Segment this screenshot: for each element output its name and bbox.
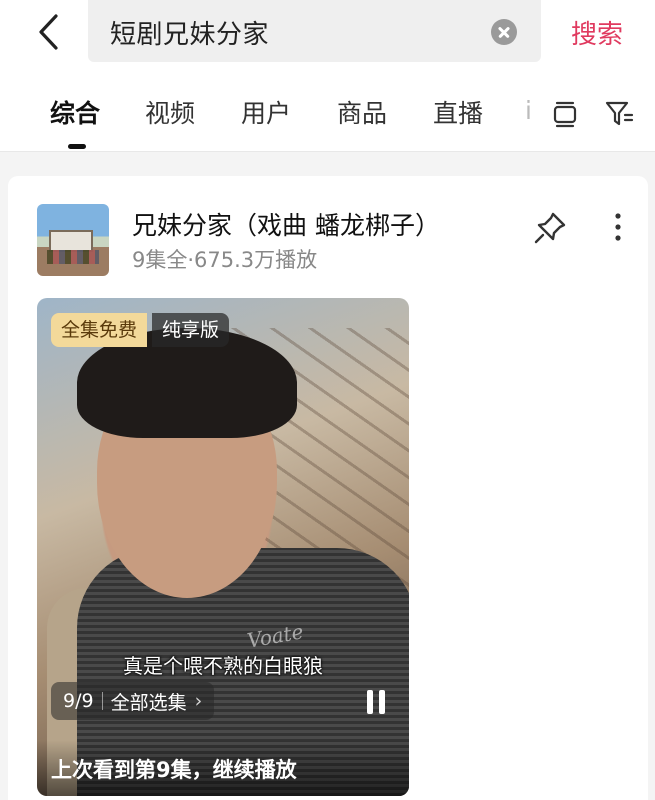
episode-progress: 9/9: [63, 690, 94, 712]
tab-products[interactable]: 商品: [337, 94, 387, 130]
resume-playback-text: 上次看到第9集，继续播放: [51, 758, 297, 782]
drama-title[interactable]: 兄妹分家（戏曲 蟠龙梆子）: [132, 206, 440, 242]
search-header: 短剧兄妹分家 搜索: [0, 0, 655, 76]
active-tab-indicator: [68, 144, 86, 149]
filter-icon[interactable]: [603, 98, 635, 130]
clear-icon[interactable]: [491, 19, 517, 45]
pure-edition-badge: 纯享版: [152, 313, 230, 347]
back-button[interactable]: [28, 10, 68, 54]
divider: [101, 692, 103, 710]
more-vertical-icon[interactable]: [614, 212, 622, 242]
video-subtitle: 真是个喂不熟的白眼狼: [123, 654, 323, 678]
tab-live[interactable]: 直播: [433, 94, 483, 130]
free-badge: 全集免费: [51, 313, 148, 347]
chevron-left-icon: [39, 14, 58, 50]
search-input[interactable]: 短剧兄妹分家: [88, 0, 541, 62]
episode-selector[interactable]: 9/9 全部选集 ›: [51, 682, 215, 720]
layout-toggle-icon[interactable]: [549, 98, 581, 130]
search-button[interactable]: 搜索: [571, 14, 623, 51]
resume-bar[interactable]: 上次看到第9集，继续播放: [37, 740, 409, 796]
episode-select-label: 全部选集: [110, 691, 187, 714]
drama-meta: 9集全·675.3万播放: [132, 248, 318, 272]
drama-thumbnail[interactable]: [37, 204, 109, 276]
thumbnail-house: [49, 230, 93, 252]
tab-overflow-hint: i: [525, 96, 532, 125]
video-player[interactable]: Voate 全集免费 纯享版 真是个喂不熟的白眼狼 9/9 全部选集 › 上次看…: [37, 298, 409, 796]
pin-icon[interactable]: [532, 210, 568, 246]
drama-result-card[interactable]: 兄妹分家（戏曲 蟠龙梆子） 9集全·675.3万播放 Voate 全集免费 纯享…: [8, 176, 648, 800]
search-query-text: 短剧兄妹分家: [110, 20, 270, 50]
tab-users[interactable]: 用户: [241, 94, 291, 130]
thumbnail-people: [47, 250, 99, 264]
tab-videos[interactable]: 视频: [145, 94, 195, 130]
pause-icon[interactable]: [365, 690, 387, 714]
category-tabs: 综合 视频 用户 商品 直播 i: [0, 76, 655, 152]
chevron-right-icon: ›: [194, 690, 203, 712]
tab-comprehensive[interactable]: 综合: [50, 94, 100, 130]
